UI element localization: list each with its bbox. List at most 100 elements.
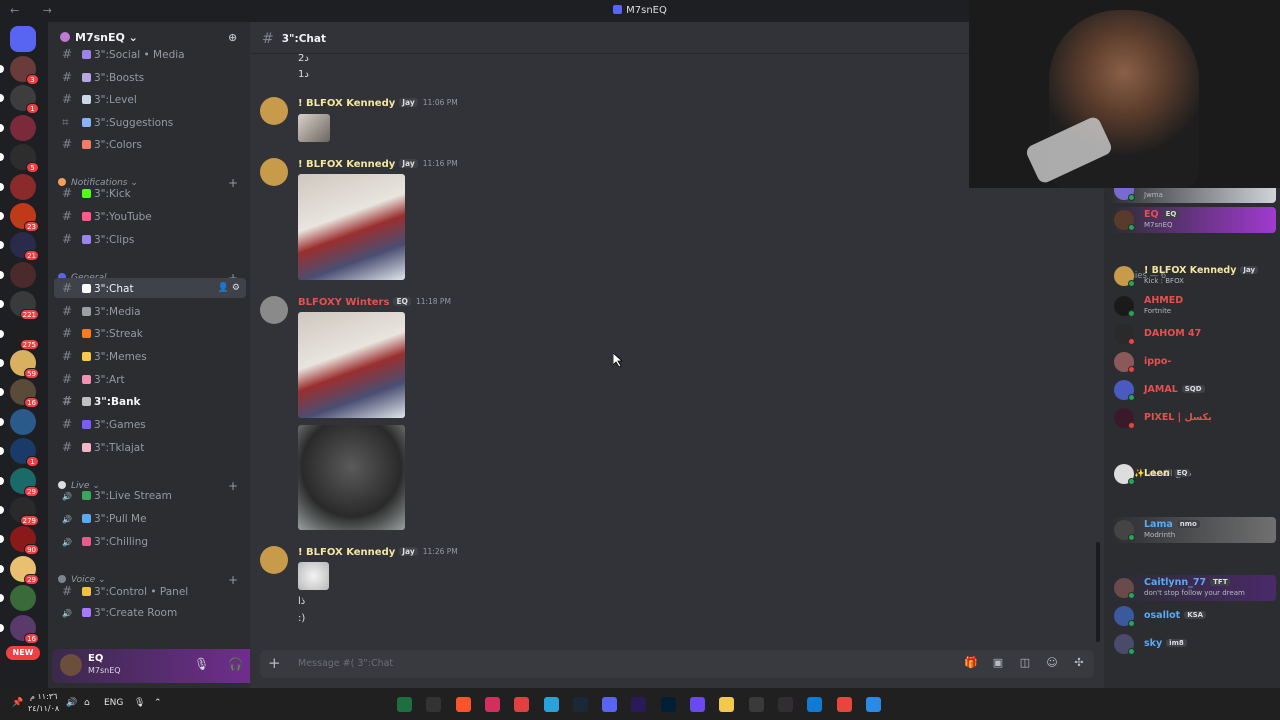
channel-text-item[interactable]: #3":Media [54,301,246,321]
message-avatar[interactable] [260,97,288,125]
obs-icon[interactable] [777,697,793,712]
message-avatar[interactable] [260,296,288,324]
server-icon[interactable]: 59 [0,350,39,379]
server-icon[interactable] [0,114,36,141]
premiere-icon[interactable] [631,697,647,712]
channel-text-item[interactable]: #3":Games [54,414,246,434]
channel-text-item[interactable]: #3":Tklajat [54,437,246,457]
emoji-icon[interactable]: ☺ [1045,656,1059,670]
channel-text-item[interactable]: #3":Streak [54,323,246,343]
server-icon[interactable] [0,173,36,200]
message-image-gorilla[interactable] [298,425,405,530]
member-item[interactable]: PIXEL | بكسل [1110,405,1276,431]
telegram-icon[interactable] [543,697,559,712]
microphone-icon[interactable]: 🎙 [194,657,209,671]
mic-tray-icon[interactable]: 🎙 [134,698,145,708]
channel-text-item[interactable]: #3":Kick [54,183,246,203]
affinity-icon[interactable] [484,697,500,712]
member-item[interactable]: AHMED Fortnite [1110,293,1276,319]
member-item[interactable]: JAMAL SQD [1110,377,1276,403]
server-icon[interactable]: 279 [0,497,39,526]
message-image[interactable] [298,114,330,142]
channel-text-item[interactable]: #3":Boosts [54,67,246,87]
edge-icon[interactable] [807,697,823,712]
channel-text-item[interactable]: #3":Art [54,369,246,389]
clock-time[interactable]: ١١:٣٦ م [30,692,57,701]
gift-icon[interactable]: 🎁 [964,656,978,670]
channel-text-item[interactable]: #3":Level [54,89,246,109]
chat-scrollbar[interactable] [1096,542,1100,642]
server-icon[interactable] [0,585,36,612]
headphones-icon[interactable]: 🎧 [228,657,243,671]
invite-people-icon[interactable]: ⊕ [228,31,240,44]
channel-voice-item[interactable]: 🔊 3":Chilling [54,532,246,552]
member-item[interactable]: DAHOM 47 [1110,321,1276,347]
message-avatar[interactable] [260,546,288,574]
server-icon[interactable]: 1 [0,438,39,468]
store-icon[interactable] [748,697,764,712]
discord-icon[interactable] [602,697,618,712]
message-avatar[interactable] [260,158,288,186]
chrome-icon[interactable] [836,697,852,712]
channel-text-item[interactable]: #3":Colors [54,134,246,154]
member-item[interactable]: Leen EQ [1110,461,1276,487]
server-icon[interactable]: 221 [0,291,39,321]
member-item[interactable]: ippo- [1110,349,1276,375]
tray-overflow-icon[interactable]: ⌃ [154,698,162,708]
channel-voice-item[interactable]: 🔊 3":Live Stream [54,486,246,506]
server-icon[interactable] [0,261,36,288]
channel-text-item[interactable]: #3":Control • Panel [54,581,246,601]
member-item[interactable]: osallot KSA [1110,603,1276,629]
pin-icon[interactable]: 📌 [12,698,23,708]
server-icon[interactable]: 90 [0,526,39,556]
user-avatar[interactable] [60,654,82,676]
channel-text-item[interactable]: #3":Memes [54,346,246,366]
language-indicator[interactable]: ENG [104,698,123,708]
message-gif-reading-man[interactable] [298,174,405,280]
clock-date[interactable]: ٢٤/١١/٠٨ [28,704,59,713]
gif-icon[interactable]: ▣ [991,656,1005,670]
attach-plus-icon[interactable]: + [268,654,281,672]
message-author[interactable]: ! BLFOX Kennedy [298,547,395,558]
record-icon[interactable] [514,697,530,712]
channel-text-item[interactable]: #3":Bank [54,391,246,411]
server-icon[interactable]: 29 [0,555,39,585]
message-gif-reading-man[interactable] [298,312,405,418]
channel-text-item[interactable]: ⌗ 3":Suggestions [54,112,246,132]
channel-text-item[interactable]: #3":Social • Media [54,44,246,64]
member-item[interactable]: EQ EQ M7snEQ [1110,207,1276,233]
message-image-cat[interactable] [298,562,329,590]
member-item[interactable]: ! BLFOX Kennedy Jay Kick : BFOX [1110,263,1276,289]
server-icon[interactable]: 3 [0,56,39,85]
server-icon[interactable]: 21 [0,232,39,262]
terminal-icon[interactable] [426,697,442,712]
apps-icon[interactable]: ✣ [1072,656,1086,670]
channel-text-item[interactable]: #3":YouTube [54,206,246,226]
server-icon[interactable]: 23 [0,203,39,232]
channel-text-item[interactable]: #3":Chat 👤 ⚙ [54,278,246,298]
message-author[interactable]: ! BLFOX Kennedy [298,159,395,170]
channel-settings-icon[interactable]: 👤 ⚙ [218,278,240,298]
sticker-icon[interactable]: ◫ [1018,656,1032,670]
server-icon[interactable]: 1 [0,85,39,115]
folder-icon[interactable] [719,697,735,712]
message-input[interactable]: Message #( 3":Chat [298,658,393,669]
windows-icon[interactable] [865,697,881,712]
photoshop-icon[interactable] [660,697,676,712]
brave-icon[interactable] [455,697,471,712]
new-unreads-pill[interactable]: NEW [6,646,40,660]
channel-text-item[interactable]: #3":Clips [54,229,246,249]
message-author[interactable]: BLFOXY Winters [298,297,389,308]
excel-icon[interactable] [397,697,412,712]
channel-voice-item[interactable]: 🔊 3":Create Room [54,603,246,623]
server-icon[interactable]: 275 [0,320,39,350]
server-icon[interactable]: 29 [0,467,39,497]
server-icon[interactable]: 5 [0,144,39,174]
steam-icon[interactable] [572,697,588,712]
member-item[interactable]: Caitlynn_77 TFT don't stop follow your dre… [1110,575,1276,601]
server-icon[interactable]: 16 [0,379,39,409]
member-item[interactable]: Lama nmo Modrinth [1110,517,1276,543]
message-author[interactable]: ! BLFOX Kennedy [298,98,395,109]
media-icon[interactable] [690,697,705,712]
server-icon[interactable] [0,408,36,435]
